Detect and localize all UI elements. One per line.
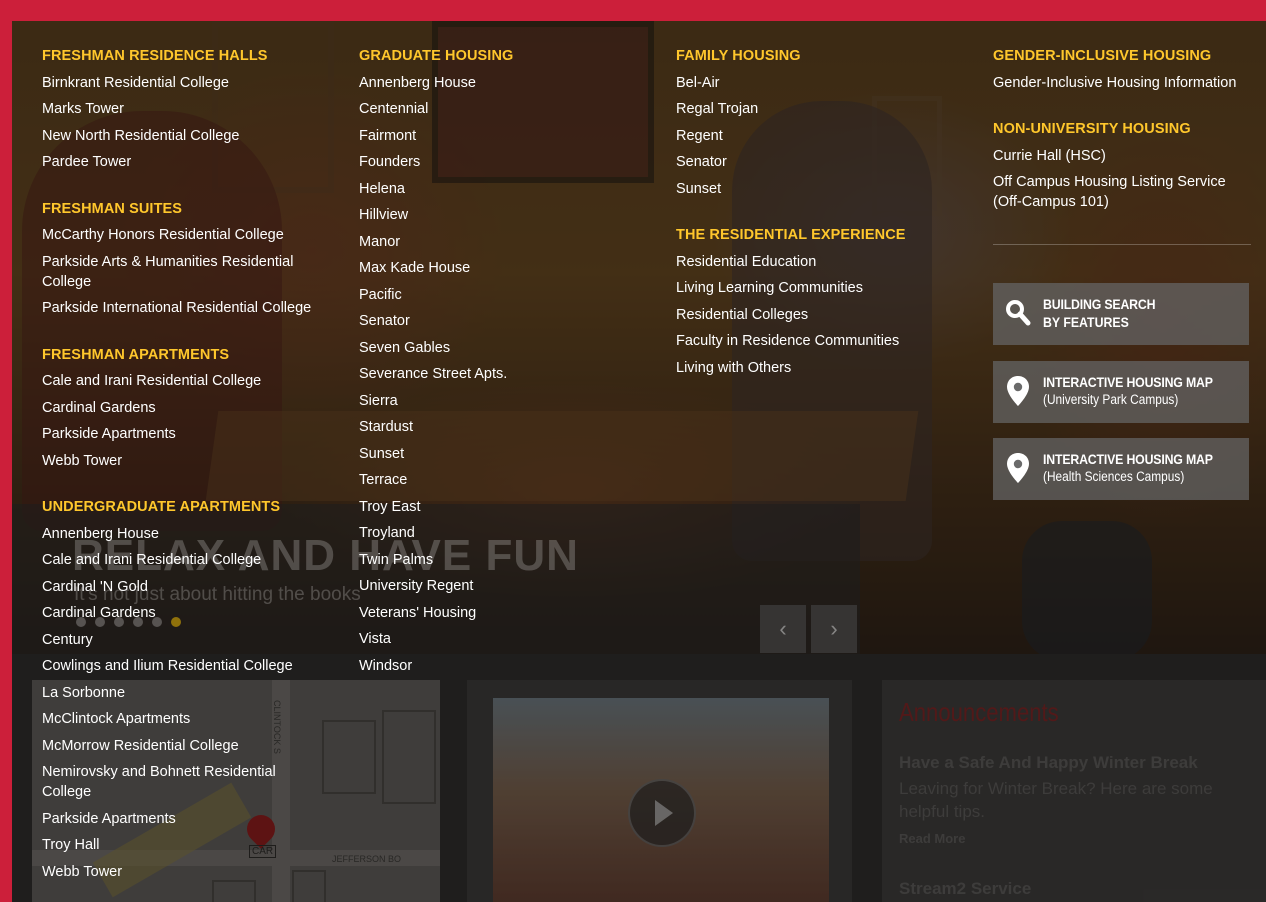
menu-link[interactable]: Senator bbox=[676, 152, 976, 172]
menu-link[interactable]: McClintock Apartments bbox=[42, 709, 342, 729]
menu-link[interactable]: Webb Tower bbox=[42, 451, 342, 471]
menu-column-other: GENDER-INCLUSIVE HOUSING Gender-Inclusiv… bbox=[993, 46, 1266, 212]
menu-link[interactable]: Off Campus Housing Listing Service (Off-… bbox=[993, 172, 1255, 212]
menu-link[interactable]: Living Learning Communities bbox=[676, 278, 976, 298]
chevron-left-icon: ‹ bbox=[779, 616, 787, 641]
menu-link[interactable]: Veterans' Housing bbox=[359, 603, 659, 623]
menu-link[interactable]: Birnkrant Residential College bbox=[42, 73, 342, 93]
menu-link[interactable]: McMorrow Residential College bbox=[42, 736, 342, 756]
menu-heading-family-housing: FAMILY HOUSING bbox=[676, 48, 801, 64]
housing-page: RELAX AND HAVE FUN It's not just about h… bbox=[12, 21, 1266, 902]
menu-link[interactable]: Seven Gables bbox=[359, 338, 659, 358]
menu-link[interactable]: University Regent bbox=[359, 576, 659, 596]
menu-link[interactable]: Residential Colleges bbox=[676, 305, 976, 325]
menu-link[interactable]: La Sorbonne bbox=[42, 683, 342, 703]
menu-link[interactable]: Parkside Apartments bbox=[42, 424, 342, 444]
menu-heading-graduate-housing: GRADUATE HOUSING bbox=[359, 48, 514, 64]
menu-link[interactable]: Cowlings and Ilium Residential College bbox=[42, 656, 327, 676]
menu-link[interactable]: Terrace bbox=[359, 470, 659, 490]
map-pin-icon bbox=[1007, 453, 1029, 483]
menu-link[interactable]: Living with Others bbox=[676, 358, 976, 378]
menu-link[interactable]: Marks Tower bbox=[42, 99, 342, 119]
menu-link[interactable]: Stardust bbox=[359, 417, 659, 437]
menu-heading-freshman-suites: FRESHMAN SUITES bbox=[42, 200, 183, 217]
building-search-button[interactable]: BUILDING SEARCH BY FEATURES bbox=[993, 283, 1249, 345]
menu-column-undergraduate: FRESHMAN RESIDENCE HALLS Birnkrant Resid… bbox=[42, 46, 342, 882]
tool-button-title: INTERACTIVE HOUSING MAP bbox=[1043, 451, 1213, 467]
menu-link[interactable]: Sunset bbox=[359, 444, 659, 464]
menu-link[interactable]: Faculty in Residence Communities bbox=[676, 331, 976, 351]
menu-heading-undergraduate-apartments: UNDERGRADUATE APARTMENTS bbox=[42, 499, 281, 515]
menu-divider bbox=[993, 244, 1251, 245]
chevron-right-icon: › bbox=[830, 616, 838, 641]
menu-link[interactable]: Sunset bbox=[676, 179, 976, 199]
menu-link[interactable]: Cardinal Gardens bbox=[42, 603, 342, 623]
menu-link[interactable]: New North Residential College bbox=[42, 126, 342, 146]
menu-link[interactable]: Gender-Inclusive Housing Information bbox=[993, 73, 1266, 93]
interactive-map-upc-button[interactable]: INTERACTIVE HOUSING MAP (University Park… bbox=[993, 361, 1249, 423]
menu-link[interactable]: Bel-Air bbox=[676, 73, 976, 93]
menu-link[interactable]: Regal Trojan bbox=[676, 99, 976, 119]
menu-link[interactable]: Manor bbox=[359, 232, 659, 252]
tool-button-title: INTERACTIVE HOUSING MAP bbox=[1043, 374, 1213, 390]
menu-link[interactable]: Annenberg House bbox=[359, 73, 659, 93]
menu-link[interactable]: Troy East bbox=[359, 497, 659, 517]
menu-link[interactable]: Residential Education bbox=[676, 252, 976, 272]
slider-prev-button[interactable]: ‹ bbox=[760, 605, 806, 653]
menu-link[interactable]: Senator bbox=[359, 311, 659, 331]
slider-next-button[interactable]: › bbox=[811, 605, 857, 653]
map-pin-icon bbox=[1007, 376, 1029, 406]
interactive-map-hsc-button[interactable]: INTERACTIVE HOUSING MAP (Health Sciences… bbox=[993, 438, 1249, 500]
menu-heading-residential-experience: THE RESIDENTIAL EXPERIENCE bbox=[676, 227, 906, 243]
menu-link[interactable]: Annenberg House bbox=[42, 524, 342, 544]
menu-link[interactable]: Webb Tower bbox=[42, 862, 342, 882]
menu-link[interactable]: Windsor bbox=[359, 656, 659, 676]
menu-heading-non-university-housing: NON-UNIVERSITY HOUSING bbox=[993, 121, 1191, 137]
menu-link[interactable]: Sierra bbox=[359, 391, 659, 411]
tool-button-subtitle: BY FEATURES bbox=[1043, 314, 1129, 330]
menu-link[interactable]: Twin Palms bbox=[359, 550, 659, 570]
tool-button-title: BUILDING SEARCH bbox=[1043, 296, 1156, 312]
menu-link[interactable]: Founders bbox=[359, 152, 659, 172]
menu-column-family: FAMILY HOUSING Bel-Air Regal Trojan Regent… bbox=[676, 46, 976, 378]
menu-link[interactable]: Nemirovsky and Bohnett Residential Colle… bbox=[42, 762, 327, 802]
menu-link[interactable]: Century bbox=[42, 630, 342, 650]
tool-button-subtitle: (Health Sciences Campus) bbox=[1043, 469, 1185, 484]
menu-link[interactable]: Regent bbox=[676, 126, 976, 146]
menu-link[interactable]: Vista bbox=[359, 629, 659, 649]
menu-link[interactable]: Cardinal Gardens bbox=[42, 398, 342, 418]
menu-link[interactable]: Parkside International Residential Colle… bbox=[42, 298, 327, 318]
menu-link[interactable]: Cale and Irani Residential College bbox=[42, 371, 342, 391]
menu-link[interactable]: Parkside Arts & Humanities Residential C… bbox=[42, 252, 327, 292]
menu-link[interactable]: McCarthy Honors Residential College bbox=[42, 225, 342, 245]
menu-link[interactable]: Troyland bbox=[359, 523, 659, 543]
menu-link[interactable]: Troy Hall bbox=[42, 835, 342, 855]
menu-link[interactable]: Helena bbox=[359, 179, 659, 199]
menu-link[interactable]: Cardinal 'N Gold bbox=[42, 577, 342, 597]
menu-heading-freshman-residence-halls: FRESHMAN RESIDENCE HALLS bbox=[42, 48, 268, 64]
menu-link[interactable]: Cale and Irani Residential College bbox=[42, 550, 342, 570]
menu-link[interactable]: Pacific bbox=[359, 285, 659, 305]
tool-button-subtitle: (University Park Campus) bbox=[1043, 392, 1179, 407]
menu-link[interactable]: Pardee Tower bbox=[42, 152, 342, 172]
search-icon bbox=[1006, 300, 1031, 326]
menu-link[interactable]: Hillview bbox=[359, 205, 659, 225]
menu-heading-freshman-apartments: FRESHMAN APARTMENTS bbox=[42, 346, 230, 363]
menu-link[interactable]: Max Kade House bbox=[359, 258, 659, 278]
menu-column-graduate: GRADUATE HOUSING Annenberg House Centenni… bbox=[359, 46, 659, 676]
menu-link[interactable]: Fairmont bbox=[359, 126, 659, 146]
menu-link[interactable]: Severance Street Apts. bbox=[359, 364, 659, 384]
menu-link[interactable]: Currie Hall (HSC) bbox=[993, 146, 1266, 166]
menu-link[interactable]: Centennial bbox=[359, 99, 659, 119]
menu-heading-gender-inclusive-housing: GENDER-INCLUSIVE HOUSING bbox=[993, 48, 1212, 64]
menu-link[interactable]: Parkside Apartments bbox=[42, 809, 342, 829]
